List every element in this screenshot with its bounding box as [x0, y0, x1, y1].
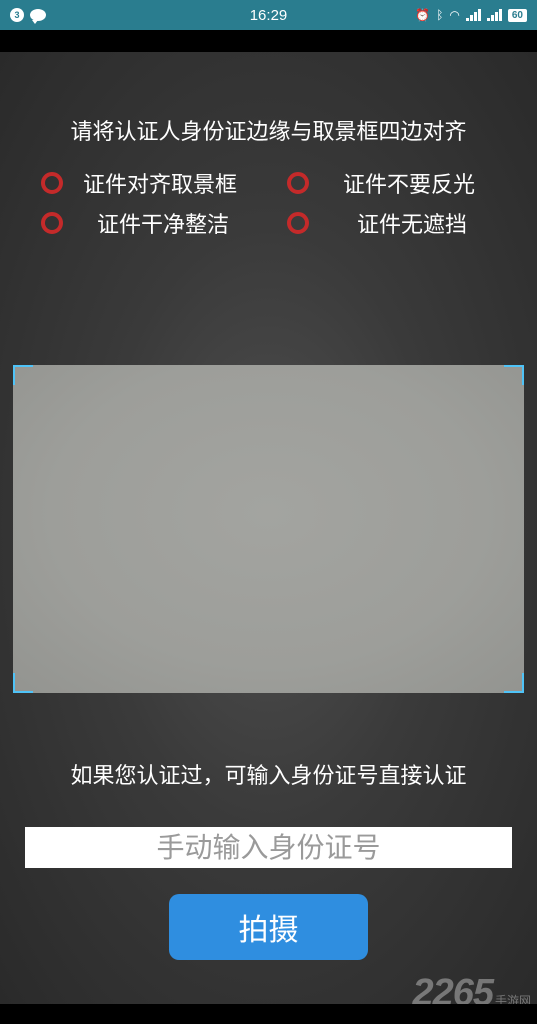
- red-circle-icon: [287, 172, 309, 194]
- signal-icon-2: [486, 9, 502, 21]
- shoot-button[interactable]: 拍摄: [169, 894, 368, 960]
- bluetooth-icon: ᛒ: [436, 8, 444, 22]
- id-number-input[interactable]: [25, 827, 512, 868]
- tip-label: 证件无遮挡: [357, 213, 468, 238]
- red-circle-icon: [41, 172, 63, 194]
- battery-indicator: 60: [507, 8, 527, 22]
- viewfinder-corner: [13, 673, 33, 693]
- instruction-text: 请将认证人身份证边缘与取景框四边对齐: [70, 120, 467, 145]
- tip-item: 证件对齐取景框: [41, 167, 237, 199]
- tip-label: 证件不要反光: [343, 173, 476, 198]
- viewfinder-corner: [504, 673, 524, 693]
- top-strip: [0, 30, 537, 52]
- tip-label: 证件对齐取景框: [83, 173, 238, 198]
- bottom-strip: [0, 1004, 537, 1024]
- tip-item: 证件不要反光: [287, 167, 475, 199]
- status-bar-left: 3: [10, 8, 46, 24]
- wifi-icon: ◠: [449, 8, 460, 22]
- signal-icon: [465, 9, 481, 21]
- tip-item: 证件干净整洁: [41, 207, 229, 239]
- manual-entry-hint: 如果您认证过，可输入身份证号直接认证: [70, 764, 467, 789]
- viewfinder-corner: [504, 365, 524, 385]
- red-circle-icon: [41, 212, 63, 234]
- red-circle-icon: [287, 212, 309, 234]
- chat-icon: [30, 9, 46, 24]
- alarm-icon: ⏰: [415, 8, 431, 22]
- notification-count-badge: 3: [10, 8, 24, 22]
- tip-item: 证件无遮挡: [287, 207, 467, 239]
- viewfinder-frame: [13, 365, 524, 693]
- status-bar: 3 16:29 ⏰ ᛒ ◠ 60: [0, 0, 537, 30]
- tip-label: 证件干净整洁: [97, 213, 230, 238]
- viewfinder-corner: [13, 365, 33, 385]
- status-bar-right: ⏰ ᛒ ◠ 60: [415, 8, 527, 22]
